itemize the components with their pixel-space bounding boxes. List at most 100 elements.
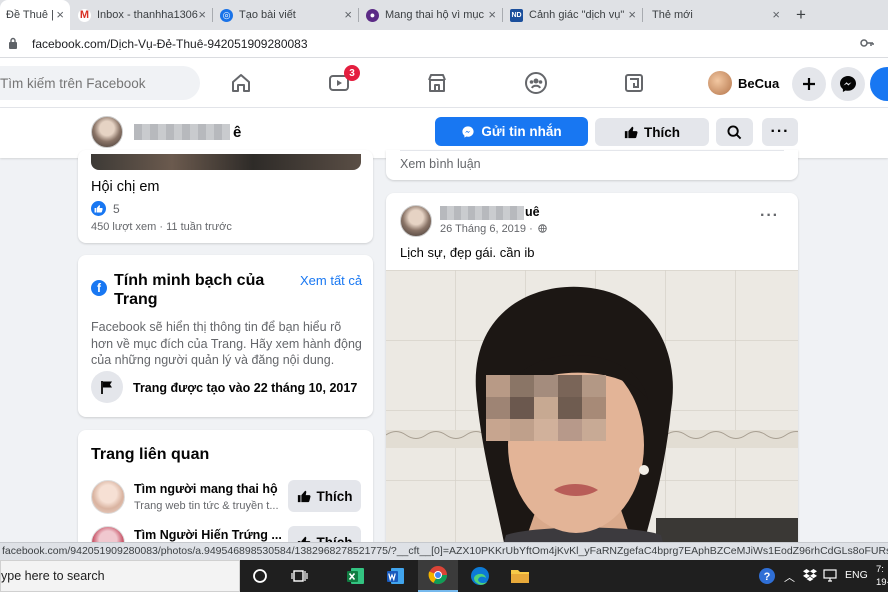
gaming-icon[interactable] xyxy=(621,70,647,96)
post-date-text: 26 Tháng 6, 2019 · xyxy=(440,223,533,235)
tab-separator xyxy=(502,8,503,22)
globe-icon: ◎ xyxy=(220,8,233,22)
globe-icon xyxy=(538,224,547,233)
more-options-button[interactable]: ··· xyxy=(762,118,798,146)
excel-icon[interactable] xyxy=(336,560,376,592)
tab-new[interactable]: Thẻ mới × xyxy=(646,0,786,30)
create-plus-button[interactable] xyxy=(792,67,826,101)
messenger-icon xyxy=(462,125,474,138)
chrome-icon[interactable] xyxy=(418,560,458,592)
messenger-button[interactable] xyxy=(831,67,865,101)
lock-icon[interactable] xyxy=(8,37,22,52)
key-icon[interactable] xyxy=(860,36,874,55)
related-page-name[interactable]: Tìm người mang thai hộ xyxy=(134,482,278,496)
group-thumbnail[interactable] xyxy=(91,154,361,170)
related-pages-card: Trang liên quan Tìm người mang thai hộ T… xyxy=(78,430,373,560)
like-page-button[interactable]: Thích xyxy=(595,118,709,146)
divider xyxy=(400,150,784,151)
tab-facebook-page[interactable]: Đề Thuê | × xyxy=(0,0,70,30)
clock-date: 19- xyxy=(876,577,888,588)
dropbox-icon[interactable] xyxy=(803,569,817,587)
tab-separator xyxy=(358,8,359,22)
group-video-card[interactable]: Hội chị em 5 450 lượt xem · 11 tuần trướ… xyxy=(78,150,373,243)
tab-title: Thẻ mới xyxy=(652,9,693,21)
blurred-author-name[interactable] xyxy=(440,206,524,220)
send-message-button[interactable]: Gửi tin nhắn xyxy=(435,117,588,146)
like-reaction-icon xyxy=(91,201,106,216)
flag-icon xyxy=(91,371,123,403)
related-page-item[interactable]: Tìm người mang thai hộ Trang web tin tức… xyxy=(91,480,366,516)
post-text: Lịch sự, đẹp gái. cần ib xyxy=(400,245,535,260)
like-page-label: Thích xyxy=(644,124,680,140)
page-transparency-card: f Tính minh bạch của Trang Xem tất cả Fa… xyxy=(78,255,373,417)
news-icon: ND xyxy=(510,8,523,22)
tab-create-post[interactable]: ◎ Tạo bài viết × xyxy=(214,0,358,30)
close-icon[interactable]: × xyxy=(198,8,206,21)
browser-tab-strip: Đề Thuê | × M Inbox - thanhha1306 × ◎ Tạ… xyxy=(0,0,888,30)
tab-title: Tạo bài viết xyxy=(239,9,296,21)
see-comments-link[interactable]: Xem bình luận xyxy=(400,157,481,171)
taskbar-search-box[interactable]: ype here to search xyxy=(0,560,240,592)
post-options-icon[interactable]: ··· xyxy=(760,207,779,225)
like-label: Thích xyxy=(316,488,353,504)
like-related-page-button[interactable]: Thích xyxy=(288,480,361,512)
page-avatar[interactable] xyxy=(91,116,123,148)
tab-warning-article[interactable]: ND Cảnh giác "dịch vụ" × xyxy=(504,0,642,30)
search-icon xyxy=(727,124,742,139)
network-icon[interactable] xyxy=(823,569,837,587)
related-pages-title: Trang liên quan xyxy=(91,446,210,463)
windows-taskbar: ype here to search ? ︿ ENG 7: 19- xyxy=(0,560,888,592)
tab-gmail[interactable]: M Inbox - thanhha1306 × xyxy=(72,0,212,30)
post-author-avatar[interactable] xyxy=(400,205,432,237)
related-page-name[interactable]: Tìm Người Hiến Trứng ... xyxy=(134,528,282,542)
tray-chevron-up-icon[interactable]: ︿ xyxy=(784,569,795,585)
marketplace-icon[interactable] xyxy=(424,70,450,96)
facebook-icon: f xyxy=(91,280,107,296)
word-icon[interactable] xyxy=(376,560,416,592)
new-tab-button[interactable]: + xyxy=(796,5,806,25)
group-title[interactable]: Hội chị em xyxy=(91,179,160,195)
close-icon[interactable]: × xyxy=(344,8,352,21)
task-view-icon[interactable] xyxy=(280,560,320,592)
file-explorer-icon[interactable] xyxy=(500,560,540,592)
notifications-button[interactable] xyxy=(870,67,888,101)
like-count: 5 xyxy=(113,202,120,216)
facebook-search-input[interactable] xyxy=(0,66,200,100)
post-author-name-tail[interactable]: uê xyxy=(525,205,540,219)
close-icon[interactable]: × xyxy=(628,8,636,21)
globe-purple-icon: ● xyxy=(366,8,379,22)
tab-title: Đề Thuê | xyxy=(6,9,54,21)
avatar xyxy=(708,71,732,95)
page-search-button[interactable] xyxy=(716,118,753,146)
see-all-link[interactable]: Xem tất cả xyxy=(300,273,362,288)
url-text: facebook.com/Dịch-Vụ-Đẻ-Thuê-94205190928… xyxy=(32,37,308,51)
avatar[interactable] xyxy=(91,480,125,514)
thumbs-up-icon xyxy=(297,490,311,503)
help-icon[interactable]: ? xyxy=(758,567,776,590)
tab-surrogacy-article[interactable]: ● Mang thai hộ vì mục × xyxy=(360,0,502,30)
profile-chip[interactable]: BeCua xyxy=(708,68,779,98)
home-icon[interactable] xyxy=(228,70,254,96)
edge-icon[interactable] xyxy=(460,560,500,592)
browser-status-bar: facebook.com/942051909280083/photos/a.94… xyxy=(0,542,888,560)
page-created-date: Trang được tạo vào 22 tháng 10, 2017 xyxy=(133,381,358,395)
tab-separator xyxy=(212,8,213,22)
language-indicator[interactable]: ENG xyxy=(845,569,868,581)
cortana-icon[interactable] xyxy=(240,560,280,592)
post-date[interactable]: 26 Tháng 6, 2019 · xyxy=(440,223,547,235)
tab-title: Mang thai hộ vì mục xyxy=(385,9,485,21)
url-field[interactable]: facebook.com/Dịch-Vụ-Đẻ-Thuê-94205190928… xyxy=(8,33,848,55)
post-photo[interactable] xyxy=(386,270,798,553)
close-icon[interactable]: × xyxy=(488,8,496,21)
taskbar-clock[interactable]: 7: 19- xyxy=(876,563,888,589)
tab-title: Inbox - thanhha1306 xyxy=(97,9,198,21)
groups-icon[interactable] xyxy=(523,70,549,96)
messenger-icon xyxy=(840,76,856,92)
close-icon[interactable]: × xyxy=(772,8,780,21)
previous-post-footer: Xem bình luận xyxy=(386,150,798,180)
address-bar: facebook.com/Dịch-Vụ-Đẻ-Thuê-94205190928… xyxy=(0,30,888,58)
close-icon[interactable]: × xyxy=(56,8,64,21)
page-name-tail: ê xyxy=(233,124,242,141)
gmail-icon: M xyxy=(78,8,91,22)
transparency-title: Tính minh bạch của Trang xyxy=(114,272,265,308)
